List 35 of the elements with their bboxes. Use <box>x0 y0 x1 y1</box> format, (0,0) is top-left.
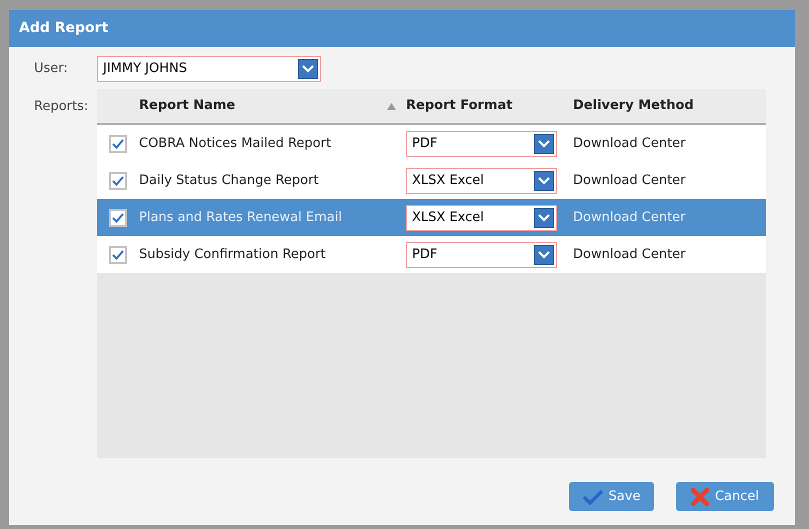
table-row[interactable]: Subsidy Confirmation Report PDF Download Center <box>97 236 766 273</box>
format-select[interactable]: XLSX Excel <box>406 168 557 194</box>
delivery-method: Download Center <box>573 172 686 190</box>
table-row[interactable]: Plans and Rates Renewal Email XLSX Excel Download Center <box>97 199 766 236</box>
column-header[interactable]: Report Name <box>97 96 406 116</box>
dropdown-caret-icon <box>298 59 318 79</box>
sort-arrow-icon <box>387 102 396 110</box>
close-icon <box>690 488 709 506</box>
checkbox[interactable] <box>109 134 127 152</box>
dropdown-caret-icon <box>534 244 554 264</box>
dropdown-caret-icon <box>534 170 554 190</box>
column-header[interactable]: Delivery Method <box>573 96 766 116</box>
checkbox[interactable] <box>109 208 127 226</box>
reports-label: Reports: <box>33 98 90 116</box>
report-name: Plans and Rates Renewal Email <box>139 208 343 227</box>
window-title: Add Report <box>19 19 108 38</box>
report-name: COBRA Notices Mailed Report <box>139 134 332 153</box>
report-name: Subsidy Confirmation Report <box>139 246 327 264</box>
checkmark-icon <box>582 488 603 504</box>
delivery-method: Download Center <box>573 246 686 264</box>
delivery-method: Download Center <box>573 134 686 153</box>
table-row[interactable]: COBRA Notices Mailed Report PDF Download Center <box>97 125 766 162</box>
user-label: User: <box>33 60 69 78</box>
format-select[interactable]: PDF <box>406 130 557 156</box>
checkbox[interactable] <box>109 172 127 190</box>
user-select[interactable]: JIMMY JOHNS <box>97 56 321 82</box>
table-row[interactable]: Daily Status Change Report XLSX Excel Download Center <box>97 162 766 199</box>
dropdown-caret-icon <box>534 134 554 154</box>
delivery-method: Download Center <box>573 208 686 227</box>
format-select[interactable]: XLSX Excel <box>406 204 557 230</box>
checkbox[interactable] <box>109 246 127 264</box>
format-select[interactable]: PDF <box>406 242 557 268</box>
dropdown-caret-icon <box>534 208 554 228</box>
column-header[interactable]: Report Format <box>406 96 573 116</box>
report-name: Daily Status Change Report <box>139 172 320 190</box>
